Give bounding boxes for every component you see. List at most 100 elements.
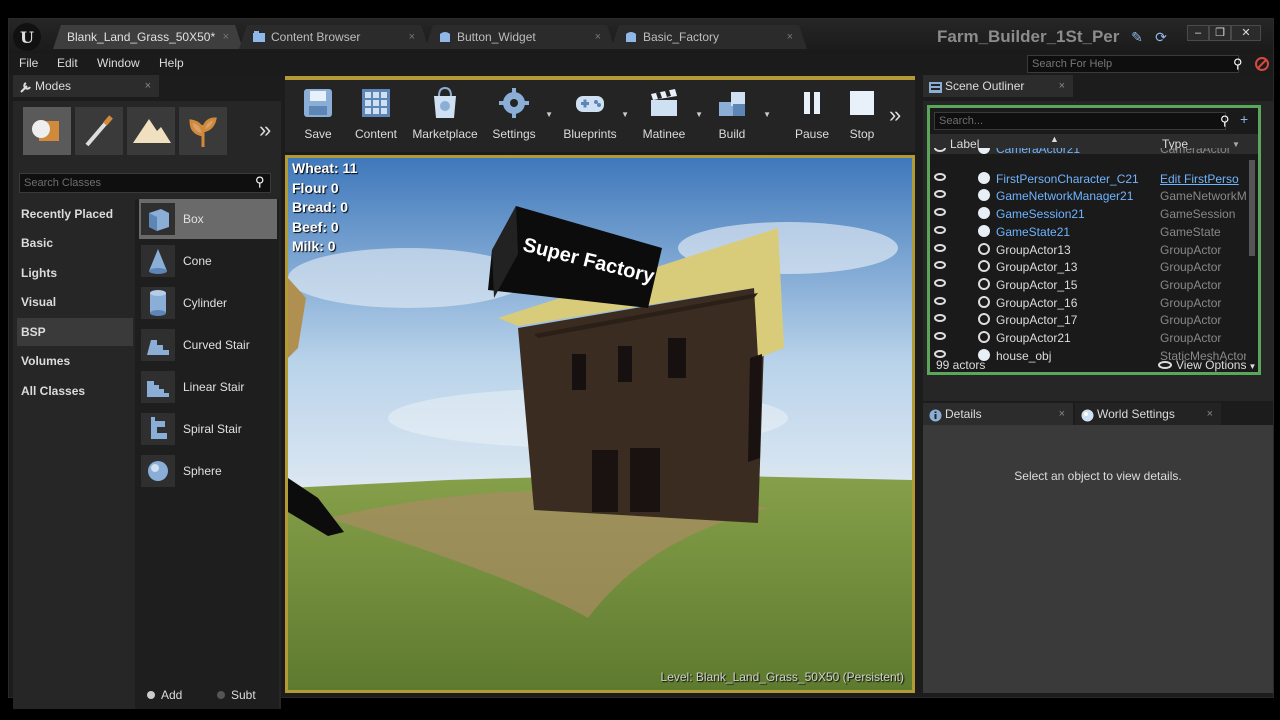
tab-basic-factory[interactable]: Basic_Factory × <box>611 25 807 49</box>
more-tools-icon[interactable]: » <box>889 102 901 128</box>
bsp-item-cone[interactable]: Cone <box>139 241 277 281</box>
bsp-item-sphere[interactable]: Sphere <box>139 451 277 491</box>
no-entry-icon[interactable] <box>1255 57 1269 71</box>
content-button[interactable]: Content <box>343 84 409 146</box>
window-close-button[interactable]: ✕ <box>1231 25 1261 41</box>
maximize-button[interactable]: ❐ <box>1209 25 1231 41</box>
visibility-eye-icon[interactable] <box>934 332 946 340</box>
close-icon[interactable]: × <box>1059 75 1065 97</box>
tab-button-widget[interactable]: Button_Widget × <box>425 25 615 49</box>
visibility-eye-icon[interactable] <box>934 208 946 217</box>
menu-help[interactable]: Help <box>159 56 184 70</box>
category-basic[interactable]: Basic <box>17 229 133 257</box>
visibility-eye-icon[interactable] <box>934 243 946 252</box>
menu-edit[interactable]: Edit <box>57 56 78 70</box>
blueprints-button[interactable]: Blueprints ▼ <box>557 84 629 146</box>
chevron-down-icon[interactable]: ▼ <box>545 110 553 119</box>
search-icon[interactable]: ⚲ <box>255 174 271 190</box>
tab-scene-outliner[interactable]: Scene Outliner × <box>923 75 1073 97</box>
visibility-eye-icon[interactable] <box>934 225 946 234</box>
sync-icon[interactable]: ⟳ <box>1153 29 1169 45</box>
add-filter-icon[interactable]: + <box>1240 111 1248 127</box>
bsp-item-cylinder[interactable]: Cylinder <box>139 283 277 323</box>
outliner-row[interactable]: GroupActor_16 GroupActor <box>930 294 1248 312</box>
visibility-eye-icon[interactable] <box>934 190 946 199</box>
menu-window[interactable]: Window <box>97 56 140 70</box>
category-visual[interactable]: Visual <box>17 288 133 316</box>
subtract-radio[interactable]: Subt <box>217 688 256 702</box>
more-modes-icon[interactable]: » <box>259 117 271 143</box>
close-icon[interactable]: × <box>787 25 793 49</box>
tab-world-settings[interactable]: World Settings × <box>1075 403 1221 425</box>
chevron-down-icon[interactable]: ▼ <box>621 110 629 119</box>
outliner-row[interactable]: CameraActor21 CameraActor <box>930 148 1248 158</box>
place-mode-button[interactable] <box>23 107 71 155</box>
bsp-item-box[interactable]: Box <box>139 199 277 239</box>
outliner-row[interactable]: GameSession21 GameSession <box>930 205 1248 223</box>
outliner-row[interactable]: GroupActor_17 GroupActor <box>930 311 1248 329</box>
scrollbar-thumb[interactable] <box>1249 160 1255 256</box>
menu-file[interactable]: File <box>19 56 38 70</box>
outliner-row[interactable]: GroupActor13 GroupActor <box>930 241 1248 259</box>
view-options-label: View Options <box>1176 358 1247 372</box>
visibility-eye-icon[interactable] <box>934 261 946 270</box>
close-icon[interactable]: × <box>1207 403 1213 425</box>
close-icon[interactable]: × <box>223 25 229 49</box>
bsp-item-linear-stair[interactable]: Linear Stair <box>139 367 277 407</box>
outliner-scrollbar[interactable] <box>1248 156 1256 350</box>
outliner-search-input[interactable]: Search... <box>934 112 1226 130</box>
save-button[interactable]: Save <box>285 84 351 146</box>
category-recently-placed[interactable]: Recently Placed <box>17 200 133 228</box>
stop-button[interactable]: Stop <box>829 84 895 146</box>
gamepad-icon <box>576 96 604 112</box>
outliner-row[interactable]: FirstPersonCharacter_C21 Edit FirstPerso <box>930 170 1248 188</box>
place-mode-icon <box>32 120 59 141</box>
visibility-eye-icon[interactable] <box>934 148 946 152</box>
visibility-eye-icon[interactable] <box>934 296 946 305</box>
chat-icon[interactable]: ✎ <box>1129 29 1145 45</box>
search-icon[interactable]: ⚲ <box>1233 56 1249 72</box>
level-viewport[interactable]: Super Factory Wheat: 11 Flour 0 Bread: 0… <box>285 155 915 693</box>
minimize-button[interactable]: – <box>1187 25 1209 41</box>
visibility-eye-icon[interactable] <box>934 172 946 181</box>
marketplace-button[interactable]: Marketplace <box>409 84 481 146</box>
outliner-row[interactable]: GameNetworkManager21 GameNetworkMa <box>930 187 1248 205</box>
actor-icon <box>978 207 990 220</box>
tab-modes[interactable]: Modes × <box>13 75 159 97</box>
outliner-row[interactable]: GroupActor_15 GroupActor <box>930 276 1248 294</box>
search-icon[interactable]: ⚲ <box>1220 113 1230 129</box>
category-lights[interactable]: Lights <box>17 259 133 287</box>
tab-details[interactable]: Details × <box>923 403 1073 425</box>
search-classes-input[interactable]: Search Classes <box>19 173 271 193</box>
add-radio[interactable]: Add <box>147 688 182 702</box>
close-icon[interactable]: × <box>1059 403 1065 425</box>
bsp-item-curved-stair[interactable]: Curved Stair <box>139 325 277 365</box>
outliner-row[interactable]: GameState21 GameState <box>930 223 1248 241</box>
outliner-row[interactable]: GroupActor_13 GroupActor <box>930 258 1248 276</box>
paint-mode-button[interactable] <box>75 107 123 155</box>
help-search-input[interactable]: Search For Help <box>1027 55 1239 73</box>
outliner-row[interactable]: GroupActor21 GroupActor <box>930 329 1248 347</box>
bsp-item-spiral-stair[interactable]: Spiral Stair <box>139 409 277 449</box>
view-options-button[interactable]: View Options ▼ <box>1158 358 1256 372</box>
tab-content-browser[interactable]: Content Browser × <box>239 25 429 49</box>
build-button[interactable]: Build ▼ <box>699 84 771 146</box>
stop-icon <box>850 91 874 115</box>
category-all-classes[interactable]: All Classes <box>17 377 133 405</box>
close-icon[interactable]: × <box>595 25 601 49</box>
visibility-eye-icon[interactable] <box>934 278 946 287</box>
close-icon[interactable]: × <box>145 75 151 97</box>
edit-blueprint-link[interactable]: Edit FirstPerso <box>1160 172 1246 186</box>
landscape-mode-button[interactable] <box>127 107 175 155</box>
category-bsp[interactable]: BSP <box>17 318 133 346</box>
visibility-eye-icon[interactable] <box>934 314 946 323</box>
close-icon[interactable]: × <box>409 25 415 49</box>
settings-button[interactable]: Settings ▼ <box>481 84 553 146</box>
foliage-mode-button[interactable] <box>179 107 227 155</box>
item-label: Linear Stair <box>183 380 245 394</box>
category-volumes[interactable]: Volumes <box>17 347 133 375</box>
chevron-down-icon[interactable]: ▼ <box>763 110 771 119</box>
tab-blank-land-grass[interactable]: Blank_Land_Grass_50X50* × <box>53 25 243 49</box>
hud-milk: Milk: 0 <box>292 238 336 254</box>
matinee-button[interactable]: Matinee ▼ <box>631 84 703 146</box>
